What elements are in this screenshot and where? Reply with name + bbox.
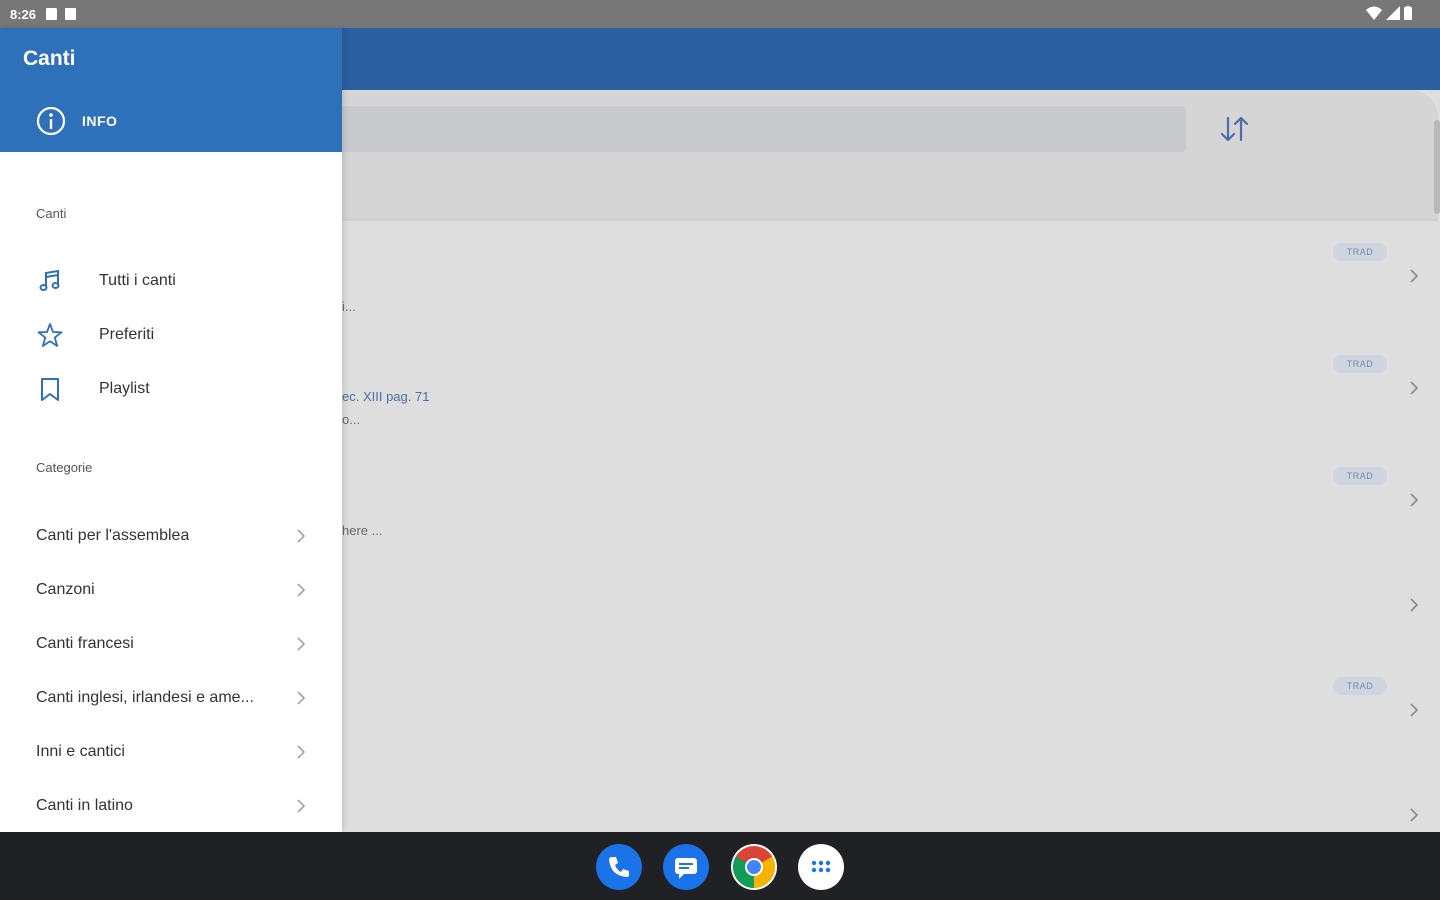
category-item[interactable]: Canzoni xyxy=(0,566,342,614)
chevron-right-icon xyxy=(297,691,306,705)
wifi-icon xyxy=(1366,6,1382,20)
phone-app[interactable] xyxy=(596,844,642,890)
section-title-categorie: Categorie xyxy=(36,460,93,475)
nav-item-preferiti[interactable]: Preferiti xyxy=(0,313,342,357)
drawer-title: Canti xyxy=(23,47,76,70)
chevron-right-icon xyxy=(297,583,306,597)
chevron-right-icon xyxy=(1410,493,1419,507)
status-time: 8:26 xyxy=(10,6,37,22)
app-drawer[interactable] xyxy=(798,844,844,890)
trad-badge: TRAD xyxy=(1333,243,1387,261)
trad-badge: TRAD xyxy=(1333,467,1387,485)
chevron-right-icon xyxy=(1410,269,1419,283)
category-item[interactable]: Inni e cantici xyxy=(0,728,342,776)
chrome-icon xyxy=(732,846,776,888)
messages-app[interactable] xyxy=(663,844,709,890)
chevron-right-icon xyxy=(1410,808,1419,822)
drawer-header: Canti INFO xyxy=(0,28,342,152)
chevron-right-icon xyxy=(1410,703,1419,717)
system-nav-bar xyxy=(0,832,1440,900)
list-item[interactable]: TRAD here ... xyxy=(342,445,1440,551)
search-input[interactable] xyxy=(340,106,1186,152)
list-item[interactable]: TRAD xyxy=(342,655,1440,761)
song-list: TRAD i... TRAD ec. XIII pag. 71 o... TRA… xyxy=(342,221,1440,832)
nav-item-label: Tutti i canti xyxy=(99,272,176,289)
music-note-icon xyxy=(39,269,60,291)
chevron-right-icon xyxy=(297,745,306,759)
category-item[interactable]: Canti per l'assemblea xyxy=(0,512,342,560)
nav-item-label: Preferiti xyxy=(99,326,155,343)
bookmark-icon xyxy=(41,378,59,401)
category-label: Inni e cantici xyxy=(36,743,125,760)
category-label: Canti in latino xyxy=(36,797,133,814)
nav-item-playlist[interactable]: Playlist xyxy=(0,367,342,411)
category-label: Canti inglesi, irlandesi e ame... xyxy=(36,689,254,706)
phone-icon xyxy=(609,857,629,877)
song-snippet-secondary: o... xyxy=(342,412,361,427)
category-label: Canti francesi xyxy=(36,635,134,652)
section-title-canti: Canti xyxy=(36,206,67,221)
category-item[interactable]: Canti in latino xyxy=(0,782,342,830)
battery-icon xyxy=(1404,6,1412,20)
nav-item-label: Playlist xyxy=(99,380,150,397)
trad-badge: TRAD xyxy=(1333,355,1387,373)
list-item[interactable]: TRAD i... xyxy=(342,221,1440,327)
scrollbar[interactable] xyxy=(1434,120,1440,214)
chevron-right-icon xyxy=(297,529,306,543)
status-bar: 8:26 xyxy=(0,0,1440,28)
info-icon xyxy=(36,106,66,136)
messages-icon xyxy=(675,858,697,879)
info-label: INFO xyxy=(82,113,118,129)
category-item[interactable]: Canti francesi xyxy=(0,620,342,668)
sort-icon[interactable] xyxy=(1216,112,1254,146)
song-snippet: here ... xyxy=(342,523,383,538)
chevron-right-icon xyxy=(297,637,306,651)
status-indicators xyxy=(1366,6,1412,20)
song-snippet: ec. XIII pag. 71 xyxy=(342,389,430,404)
navigation-drawer: Canti INFO Canti Tutti i canti Preferiti xyxy=(0,28,342,832)
list-item[interactable] xyxy=(342,551,1440,657)
trad-badge: TRAD xyxy=(1333,677,1387,695)
apps-grid-icon xyxy=(811,860,831,873)
notification-icon xyxy=(46,8,58,20)
star-icon xyxy=(37,323,63,347)
chevron-right-icon xyxy=(1410,381,1419,395)
chrome-app[interactable] xyxy=(731,844,777,890)
sd-card-icon xyxy=(65,8,77,20)
signal-icon xyxy=(1386,6,1400,20)
nav-item-tutti-i-canti[interactable]: Tutti i canti xyxy=(0,259,342,303)
category-item[interactable]: Canti inglesi, irlandesi e ame... xyxy=(0,674,342,722)
song-snippet: i... xyxy=(342,299,356,314)
category-label: Canzoni xyxy=(36,581,95,598)
info-button[interactable]: INFO xyxy=(36,106,117,136)
list-item[interactable]: TRAD ec. XIII pag. 71 o... xyxy=(342,333,1440,439)
chevron-right-icon xyxy=(1410,598,1419,612)
chevron-right-icon xyxy=(297,799,306,813)
category-label: Canti per l'assemblea xyxy=(36,527,190,544)
